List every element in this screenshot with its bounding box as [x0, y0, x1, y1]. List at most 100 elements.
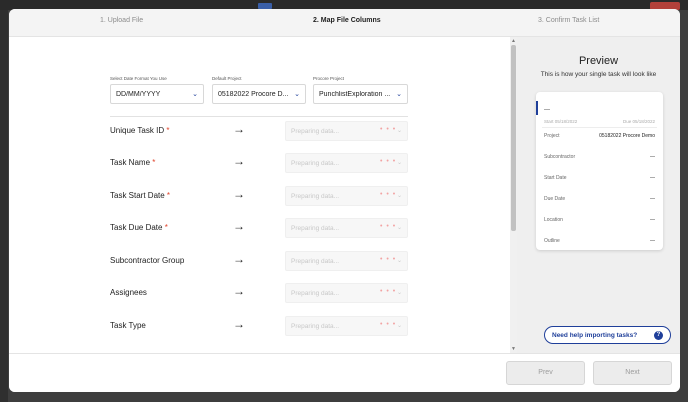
step-upload-file[interactable]: 1. Upload File	[100, 17, 143, 24]
required-marker: *	[166, 126, 170, 135]
arrow-right-icon: →	[233, 187, 245, 201]
chevron-down-icon: ⌄	[396, 128, 402, 134]
loading-dots: • • •	[380, 158, 397, 165]
default-project-label: Default Project	[212, 76, 242, 81]
column-select[interactable]: Preparing data... • • • ⌄	[285, 251, 408, 271]
preview-field-value: —	[650, 238, 655, 244]
field-label: Task Start Date *	[110, 191, 171, 200]
column-select-placeholder: Preparing data...	[291, 323, 340, 330]
arrow-right-icon: →	[233, 284, 245, 298]
preview-subtitle: This is how your single task will look l…	[540, 71, 657, 78]
procore-project-label: Procore Project	[313, 76, 345, 81]
arrow-right-icon: →	[233, 219, 245, 233]
column-select-placeholder: Preparing data...	[291, 225, 340, 232]
loading-dots: • • •	[380, 288, 397, 295]
chevron-down-icon: ⌄	[396, 225, 402, 231]
chevron-down-icon: ⌄	[396, 290, 402, 296]
preview-field-label: Location	[544, 217, 563, 223]
column-select[interactable]: Preparing data... • • • ⌄	[285, 121, 408, 141]
procore-project-select[interactable]: PunchlistExploration ... ⌄	[313, 84, 408, 104]
chevron-down-icon: ⌄	[396, 323, 402, 329]
preview-field-label: Subcontractor	[544, 154, 576, 160]
field-label: Unique Task ID *	[110, 126, 170, 135]
section-divider	[110, 116, 408, 117]
modal-footer: Prev Next	[9, 353, 680, 392]
date-format-label: Select Date Format You Use	[110, 76, 167, 81]
column-select[interactable]: Preparing data... • • • ⌄	[285, 283, 408, 303]
preview-field-label: Due Date	[544, 196, 566, 202]
loading-dots: • • •	[380, 223, 397, 230]
column-select[interactable]: Preparing data... • • • ⌄	[285, 218, 408, 238]
column-select-placeholder: Preparing data...	[291, 160, 340, 167]
mapping-scrollbar[interactable]: ▲ ▼	[510, 37, 517, 353]
preview-field-value: —	[650, 154, 655, 160]
date-format-value: DD/MM/YYYY	[116, 91, 161, 98]
default-project-value: 05182022 Procore D...	[218, 91, 289, 98]
card-divider	[542, 127, 657, 128]
arrow-right-icon: →	[233, 154, 245, 168]
required-marker: *	[166, 191, 171, 200]
preview-field-value: —	[650, 196, 655, 202]
loading-dots: • • •	[380, 126, 397, 133]
column-mapping-panel: Select Date Format You Use DD/MM/YYYY ⌄ …	[9, 37, 509, 353]
column-select-placeholder: Preparing data...	[291, 193, 340, 200]
column-select[interactable]: Preparing data... • • • ⌄	[285, 186, 408, 206]
column-select-placeholder: Preparing data...	[291, 290, 340, 297]
procore-project-value: PunchlistExploration ...	[319, 91, 391, 98]
required-marker: *	[164, 223, 168, 232]
preview-field-label: Project	[544, 133, 560, 139]
mapping-row-task-type: Task Type → Preparing data... • • • ⌄	[9, 316, 509, 336]
next-button[interactable]: Next	[593, 361, 672, 385]
preview-field-value: 05182022 Procore Demo	[599, 133, 655, 139]
step-map-columns[interactable]: 2. Map File Columns	[313, 17, 381, 24]
task-preview-card: — Start 05/18/2022 Due 05/18/2022 Projec…	[536, 92, 663, 250]
card-accent-mark	[536, 101, 538, 115]
field-label: Task Due Date *	[110, 223, 168, 232]
loading-dots: • • •	[380, 191, 397, 198]
mapping-row-subcontractor-group: Subcontractor Group → Preparing data... …	[9, 251, 509, 271]
chevron-down-icon: ⌄	[192, 91, 198, 98]
mapping-row-unique-task-id: Unique Task ID * → Preparing data... • •…	[9, 121, 509, 141]
date-format-select[interactable]: DD/MM/YYYY ⌄	[110, 84, 204, 104]
background-app-sidebar	[0, 10, 8, 402]
scroll-down-icon[interactable]: ▼	[511, 346, 516, 352]
wizard-steps: 1. Upload File 2. Map File Columns 3. Co…	[9, 9, 680, 37]
preview-field-label: Start Date	[544, 175, 567, 181]
question-icon: ?	[654, 331, 663, 340]
scroll-up-icon[interactable]: ▲	[511, 38, 516, 44]
loading-dots: • • •	[380, 256, 397, 263]
step-confirm-task-list[interactable]: 3. Confirm Task List	[538, 17, 599, 24]
mapping-row-task-due-date: Task Due Date * → Preparing data... • • …	[9, 218, 509, 238]
mapping-row-assignees: Assignees → Preparing data... • • • ⌄	[9, 283, 509, 303]
prev-button[interactable]: Prev	[506, 361, 585, 385]
chevron-down-icon: ⌄	[396, 258, 402, 264]
field-label: Assignees	[110, 288, 147, 297]
help-importing-button[interactable]: Need help importing tasks? ?	[544, 326, 671, 344]
task-start-date: Start 05/18/2022	[544, 119, 578, 124]
column-select-placeholder: Preparing data...	[291, 128, 340, 135]
scrollbar-thumb[interactable]	[511, 45, 516, 231]
chevron-down-icon: ⌄	[396, 160, 402, 166]
preview-field-label: Outline	[544, 238, 560, 244]
help-importing-label: Need help importing tasks?	[552, 332, 638, 339]
preview-field-value: —	[650, 175, 655, 181]
field-label: Subcontractor Group	[110, 256, 185, 265]
preview-field-value: —	[650, 217, 655, 223]
column-select-placeholder: Preparing data...	[291, 258, 340, 265]
preview-panel: Preview This is how your single task wil…	[517, 37, 680, 353]
task-due-date: Due 05/18/2022	[622, 119, 655, 124]
column-select[interactable]: Preparing data... • • • ⌄	[285, 153, 408, 173]
chevron-down-icon: ⌄	[294, 91, 300, 98]
column-select[interactable]: Preparing data... • • • ⌄	[285, 316, 408, 336]
arrow-right-icon: →	[233, 122, 245, 136]
preview-title: Preview	[578, 55, 619, 67]
mapping-row-task-name: Task Name * → Preparing data... • • • ⌄	[9, 153, 509, 173]
arrow-right-icon: →	[233, 252, 245, 266]
default-project-select[interactable]: 05182022 Procore D... ⌄	[212, 84, 306, 104]
chevron-down-icon: ⌄	[396, 193, 402, 199]
mapping-row-task-start-date: Task Start Date * → Preparing data... • …	[9, 186, 509, 206]
field-label: Task Type	[110, 321, 146, 330]
field-label: Task Name *	[110, 158, 156, 167]
required-marker: *	[152, 158, 156, 167]
task-name-value: —	[544, 107, 550, 113]
